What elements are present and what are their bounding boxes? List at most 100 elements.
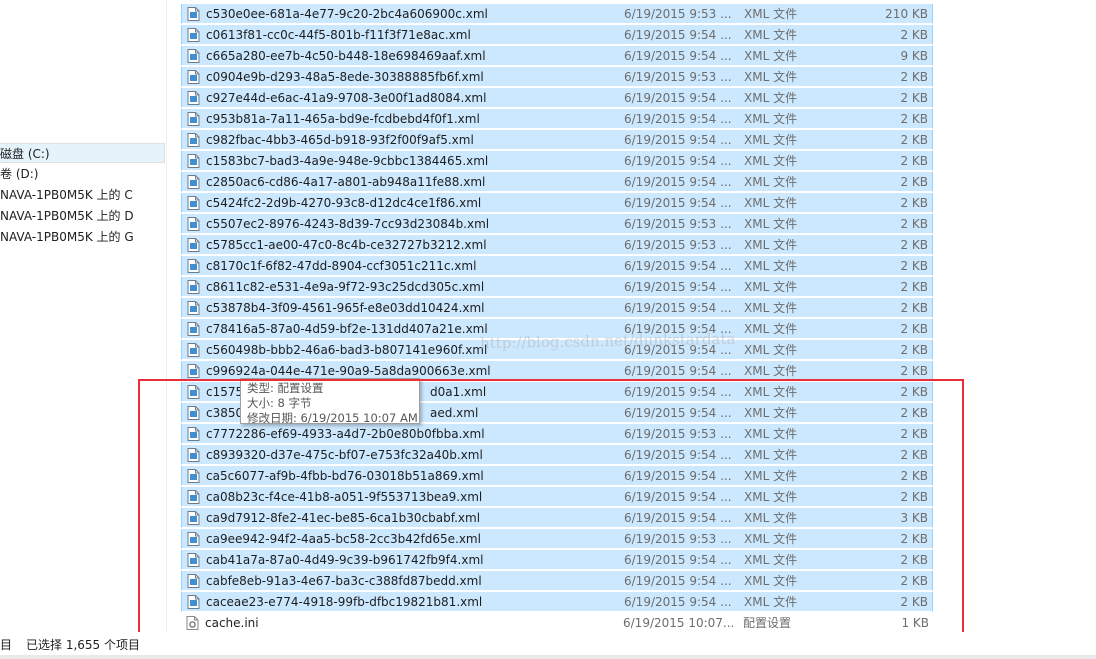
file-type: XML 文件 [744, 301, 798, 315]
file-row[interactable]: ca08b23c-f4ce-41b8-a051-9f553713bea9.xml… [181, 487, 933, 507]
file-name: c927e44d-e6ac-41a9-9708-3e00f1ad8084.xml [206, 91, 487, 105]
nav-item-drive[interactable]: NAVA-1PB0M5K 上的 G [0, 227, 165, 247]
xml-file-icon [187, 490, 200, 504]
tooltip-type: 类型: 配置设置 [247, 381, 324, 395]
file-row[interactable]: cab41a7a-87a0-4d49-9c39-b961742fb9f4.xml… [181, 550, 933, 570]
file-row[interactable]: cache.ini 6/19/2015 10:07... 配置设置 1 KB [181, 613, 933, 633]
file-row[interactable]: c953b81a-7a11-465a-bd9e-fcdbebd4f0f1.xml… [181, 109, 933, 129]
pane-divider[interactable] [166, 0, 167, 632]
file-row[interactable]: c665a280-ee7b-4c50-b448-18e698469aaf.xml… [181, 46, 933, 66]
file-type: XML 文件 [744, 595, 798, 609]
nav-item-drive[interactable]: 卷 (D:) [0, 164, 165, 184]
file-size: 2 KB [900, 469, 928, 483]
file-type: XML 文件 [744, 448, 798, 462]
file-name: c78416a5-87a0-4d59-bf2e-131dd407a21e.xml [206, 322, 488, 336]
file-type: XML 文件 [744, 406, 798, 420]
file-row[interactable]: c5785cc1-ae00-47c0-8c4b-ce32727b3212.xml… [181, 235, 933, 255]
file-row[interactable]: ca5c6077-af9b-4fbb-bd76-03018b51a869.xml… [181, 466, 933, 486]
file-row[interactable]: c5424fc2-2d9b-4270-93c8-d12dc4ce1f86.xml… [181, 193, 933, 213]
file-row[interactable]: c8939320-d37e-475c-bf07-e753fc32a40b.xml… [181, 445, 933, 465]
file-info-tooltip: 类型: 配置设置 大小: 8 字节 修改日期: 6/19/2015 10:07 … [240, 378, 420, 425]
file-size: 2 KB [900, 595, 928, 609]
file-date-modified: 6/19/2015 9:54 ... [624, 469, 732, 483]
file-name: c5785cc1-ae00-47c0-8c4b-ce32727b3212.xml [206, 238, 487, 252]
file-date-modified: 6/19/2015 9:53 ... [624, 532, 732, 546]
file-row[interactable]: c1583bc7-bad3-4a9e-948e-9cbbc1384465.xml… [181, 151, 933, 171]
file-row[interactable]: c5507ec2-8976-4243-8d39-7cc93d23084b.xml… [181, 214, 933, 234]
file-type: XML 文件 [744, 196, 798, 210]
file-size: 2 KB [900, 259, 928, 273]
file-date-modified: 6/19/2015 9:54 ... [624, 448, 732, 462]
file-name-tail: aed.xml [430, 406, 479, 420]
file-row[interactable]: cabfe8eb-91a3-4e67-ba3c-c388fd87bedd.xml… [181, 571, 933, 591]
xml-file-icon [187, 532, 200, 546]
file-name: ca9d7912-8fe2-41ec-be85-6ca1b30cbabf.xml [206, 511, 481, 525]
file-row[interactable]: c53878b4-3f09-4561-965f-e8e03dd10424.xml… [181, 298, 933, 318]
file-name: c953b81a-7a11-465a-bd9e-fcdbebd4f0f1.xml [206, 112, 480, 126]
file-type: XML 文件 [744, 490, 798, 504]
file-row[interactable]: c7772286-ef69-4933-a4d7-2b0e80b0fbba.xml… [181, 424, 933, 444]
file-name: c5424fc2-2d9b-4270-93c8-d12dc4ce1f86.xml [206, 196, 482, 210]
file-row[interactable]: ca9d7912-8fe2-41ec-be85-6ca1b30cbabf.xml… [181, 508, 933, 528]
file-size: 9 KB [900, 49, 928, 63]
xml-file-icon [187, 70, 200, 84]
xml-file-icon [187, 553, 200, 567]
xml-file-icon [187, 175, 200, 189]
file-row[interactable]: c530e0ee-681a-4e77-9c20-2bc4a606900c.xml… [181, 4, 933, 24]
file-name: ca5c6077-af9b-4fbb-bd76-03018b51a869.xml [206, 469, 484, 483]
xml-file-icon [187, 196, 200, 210]
file-size: 2 KB [900, 553, 928, 567]
xml-file-icon [187, 595, 200, 609]
file-size: 2 KB [900, 217, 928, 231]
file-name: c1583bc7-bad3-4a9e-948e-9cbbc1384465.xml [206, 154, 489, 168]
file-name: c7772286-ef69-4933-a4d7-2b0e80b0fbba.xml [206, 427, 485, 441]
file-name: cab41a7a-87a0-4d49-9c39-b961742fb9f4.xml [206, 553, 484, 567]
file-date-modified: 6/19/2015 9:54 ... [624, 280, 732, 294]
file-type: XML 文件 [744, 28, 798, 42]
nav-item-drive[interactable]: 磁盘 (C:) [0, 143, 165, 163]
xml-file-icon [187, 469, 200, 483]
file-date-modified: 6/19/2015 9:54 ... [624, 301, 732, 315]
file-row[interactable]: c8170c1f-6f82-47dd-8904-ccf3051c211c.xml… [181, 256, 933, 276]
file-row[interactable]: c2850ac6-cd86-4a17-a801-ab948a11fe88.xml… [181, 172, 933, 192]
file-name: c5507ec2-8976-4243-8d39-7cc93d23084b.xml [206, 217, 490, 231]
file-size: 2 KB [900, 175, 928, 189]
file-date-modified: 6/19/2015 9:54 ... [624, 154, 732, 168]
file-size: 2 KB [900, 490, 928, 504]
file-type: XML 文件 [744, 133, 798, 147]
file-name: cabfe8eb-91a3-4e67-ba3c-c388fd87bedd.xml [206, 574, 482, 588]
file-row[interactable]: caceae23-e774-4918-99fb-dfbc19821b81.xml… [181, 592, 933, 612]
nav-item-drive[interactable]: NAVA-1PB0M5K 上的 C [0, 185, 165, 205]
file-date-modified: 6/19/2015 9:53 ... [624, 70, 732, 84]
file-row[interactable]: c8611c82-e531-4e9a-9f72-93c25dcd305c.xml… [181, 277, 933, 297]
nav-item-label: 磁盘 (C:) [0, 147, 50, 161]
file-type: XML 文件 [744, 343, 798, 357]
file-size: 3 KB [900, 511, 928, 525]
file-row[interactable]: c0613f81-cc0c-44f5-801b-f11f3f71e8ac.xml… [181, 25, 933, 45]
xml-file-icon [187, 427, 200, 441]
file-size: 2 KB [900, 448, 928, 462]
nav-item-label: NAVA-1PB0M5K 上的 D [0, 209, 134, 223]
file-size: 2 KB [900, 364, 928, 378]
file-date-modified: 6/19/2015 9:54 ... [624, 406, 732, 420]
file-date-modified: 6/19/2015 9:54 ... [624, 133, 732, 147]
file-row[interactable]: c982fbac-4bb3-465d-b918-93f2f00f9af5.xml… [181, 130, 933, 150]
file-row[interactable]: ca9ee942-94f2-4aa5-bc58-2cc3b42fd65e.xml… [181, 529, 933, 549]
tooltip-date: 修改日期: 6/19/2015 10:07 AM [247, 411, 418, 425]
xml-file-icon [187, 133, 200, 147]
file-date-modified: 6/19/2015 9:54 ... [624, 175, 732, 189]
file-name-tail: d0a1.xml [430, 385, 487, 399]
file-row[interactable]: c0904e9b-d293-48a5-8ede-30388885fb6f.xml… [181, 67, 933, 87]
file-type: XML 文件 [744, 259, 798, 273]
file-size: 2 KB [900, 532, 928, 546]
nav-item-drive[interactable]: NAVA-1PB0M5K 上的 D [0, 206, 165, 226]
file-size: 2 KB [900, 280, 928, 294]
file-row[interactable]: c927e44d-e6ac-41a9-9708-3e00f1ad8084.xml… [181, 88, 933, 108]
file-name: ca08b23c-f4ce-41b8-a051-9f553713bea9.xml [206, 490, 483, 504]
file-size: 2 KB [900, 385, 928, 399]
file-date-modified: 6/19/2015 9:54 ... [624, 490, 732, 504]
xml-file-icon [187, 406, 200, 420]
window-bottom-edge [0, 655, 1096, 659]
ini-file-icon [186, 616, 199, 630]
xml-file-icon [187, 343, 200, 357]
